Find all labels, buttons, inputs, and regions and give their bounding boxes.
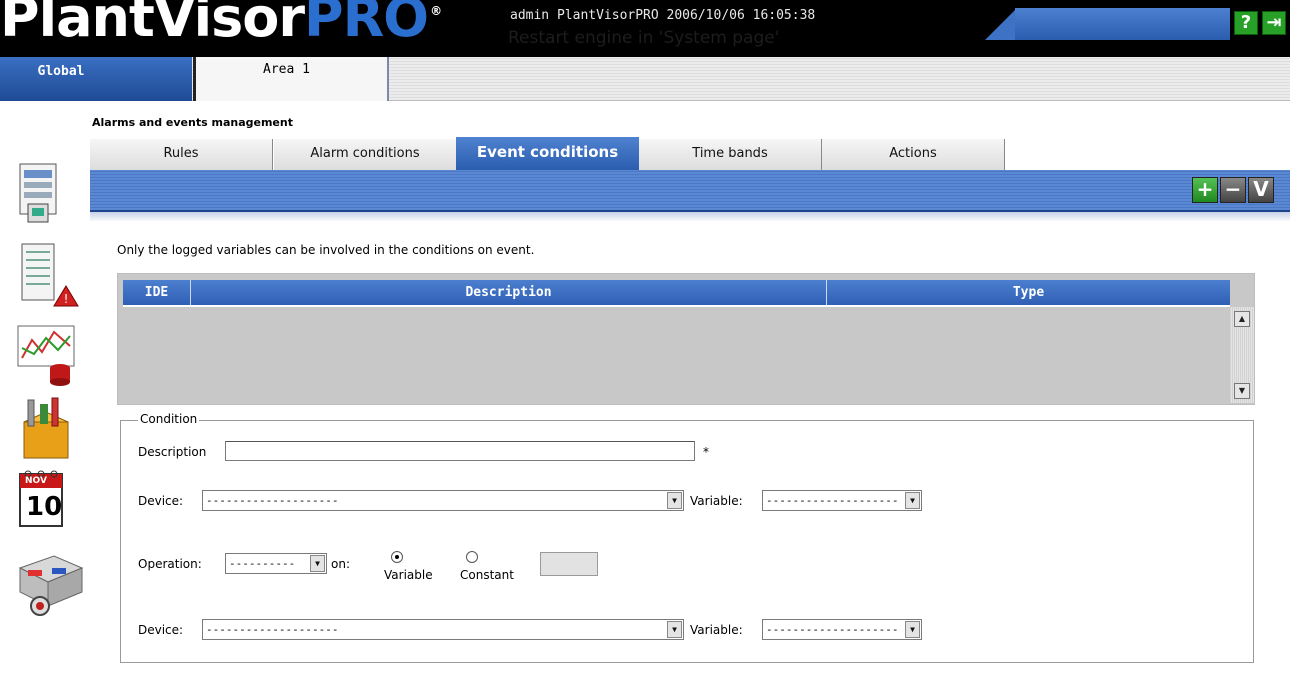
tab-actions[interactable]: Actions bbox=[822, 139, 1005, 171]
tab-time-bands[interactable]: Time bands bbox=[639, 139, 822, 171]
tab-rules[interactable]: Rules bbox=[90, 139, 273, 171]
devices-icon[interactable] bbox=[14, 548, 86, 616]
remove-button[interactable]: − bbox=[1220, 177, 1246, 203]
required-mark: * bbox=[703, 445, 709, 459]
column-header-ide[interactable]: IDE bbox=[123, 280, 191, 305]
calendar-month: NOV bbox=[25, 476, 47, 486]
chevron-down-icon: ▼ bbox=[667, 492, 682, 509]
column-header-type[interactable]: Type bbox=[827, 280, 1230, 305]
session-info: admin PlantVisorPRO 2006/10/06 16:05:38 bbox=[510, 8, 816, 23]
confirm-button[interactable]: V bbox=[1248, 177, 1274, 203]
graph-icon[interactable] bbox=[14, 318, 86, 386]
variable-select[interactable]: -------------------- ▼ bbox=[762, 490, 922, 511]
chevron-down-icon: ▼ bbox=[905, 621, 920, 638]
area-tab-global[interactable]: Global bbox=[0, 57, 192, 101]
exit-button[interactable]: ⇥ bbox=[1262, 11, 1286, 35]
action-toolbar: + − V bbox=[90, 170, 1290, 212]
app-header: PlantVisorPRO ® admin PlantVisorPRO 2006/… bbox=[0, 0, 1290, 57]
device-label: Device: bbox=[138, 494, 184, 508]
description-input[interactable] bbox=[225, 441, 695, 461]
device-select[interactable]: -------------------- ▼ bbox=[202, 490, 684, 511]
area-tab-bar: Global Area 1 bbox=[0, 57, 1290, 101]
device-select-value: -------------------- bbox=[206, 494, 339, 507]
calendar-icon[interactable]: NOV 10 bbox=[14, 466, 86, 534]
device-select-2[interactable]: -------------------- ▼ bbox=[202, 619, 684, 640]
logo-pro-text: PRO bbox=[304, 0, 429, 49]
condition-legend: Condition bbox=[138, 412, 200, 426]
toolbar-shadow bbox=[90, 212, 1290, 222]
info-text: Only the logged variables can be involve… bbox=[117, 243, 535, 257]
radio-constant-label: Constant bbox=[460, 568, 514, 582]
radio-variable-label: Variable bbox=[384, 568, 433, 582]
chevron-down-icon: ▼ bbox=[310, 555, 325, 572]
plus-icon: + bbox=[1196, 177, 1214, 201]
svg-text:!: ! bbox=[64, 292, 69, 306]
variable-select-2[interactable]: -------------------- ▼ bbox=[762, 619, 922, 640]
app-logo: PlantVisorPRO ® bbox=[0, 0, 442, 56]
description-label: Description bbox=[138, 445, 207, 459]
tab-alarm-conditions[interactable]: Alarm conditions bbox=[274, 139, 457, 171]
table-header: IDE Description Type bbox=[123, 280, 1230, 307]
page-title: Alarms and events management bbox=[92, 116, 293, 129]
calendar-day: 10 bbox=[26, 492, 63, 522]
radio-variable[interactable] bbox=[391, 551, 403, 563]
tools-icon[interactable] bbox=[14, 394, 86, 462]
alarm-report-icon[interactable]: ! bbox=[14, 240, 86, 308]
constant-input[interactable] bbox=[540, 552, 598, 576]
radio-constant[interactable] bbox=[466, 551, 478, 563]
add-button[interactable]: + bbox=[1192, 177, 1218, 203]
device-label-2: Device: bbox=[138, 623, 184, 637]
exit-icon: ⇥ bbox=[1266, 12, 1282, 33]
scroll-down-icon[interactable]: ▼ bbox=[1234, 383, 1250, 399]
check-icon: V bbox=[1253, 177, 1269, 201]
chevron-down-icon: ▼ bbox=[905, 492, 920, 509]
variable-label: Variable: bbox=[690, 494, 743, 508]
chevron-down-icon: ▼ bbox=[667, 621, 682, 638]
help-button[interactable]: ? bbox=[1234, 11, 1258, 35]
scroll-up-icon[interactable]: ▲ bbox=[1234, 311, 1250, 327]
area-tab-area-1[interactable]: Area 1 bbox=[193, 57, 389, 101]
variable-label-2: Variable: bbox=[690, 623, 743, 637]
tab-event-conditions[interactable]: Event conditions bbox=[456, 137, 639, 171]
help-icon: ? bbox=[1240, 12, 1252, 33]
engine-message: Restart engine in 'System page' bbox=[508, 28, 780, 48]
device-select-2-value: -------------------- bbox=[206, 623, 339, 636]
on-label: on: bbox=[331, 557, 350, 571]
column-header-description[interactable]: Description bbox=[191, 280, 827, 305]
logo-registered-mark: ® bbox=[430, 4, 442, 18]
operation-label: Operation: bbox=[138, 557, 202, 571]
variable-select-value: -------------------- bbox=[766, 494, 899, 507]
operation-select[interactable]: ---------- ▼ bbox=[225, 553, 327, 574]
table-scrollbar[interactable]: ▲ ▼ bbox=[1230, 307, 1254, 403]
logo-text: PlantVisor bbox=[0, 0, 305, 49]
conditions-table: IDE Description Type ▲ ▼ bbox=[117, 273, 1255, 405]
system-icon[interactable] bbox=[14, 160, 86, 228]
operation-select-value: ---------- bbox=[229, 557, 296, 570]
header-decoration bbox=[985, 8, 1017, 40]
header-panel bbox=[1015, 8, 1230, 40]
minus-icon: − bbox=[1224, 177, 1242, 201]
variable-select-2-value: -------------------- bbox=[766, 623, 899, 636]
